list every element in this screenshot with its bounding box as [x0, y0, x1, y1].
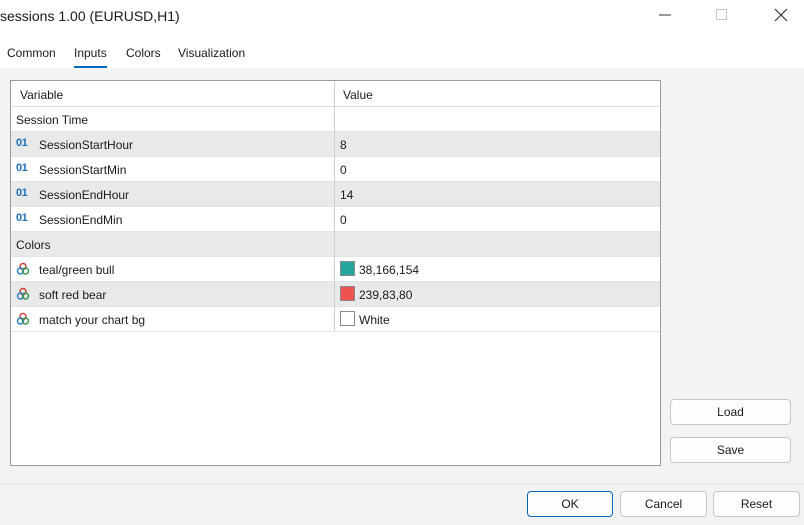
- param-name: SessionStartHour: [39, 138, 134, 152]
- inputs-grid[interactable]: Variable Value Session Time 01 SessionSt…: [10, 80, 661, 466]
- save-button[interactable]: Save: [670, 437, 791, 463]
- color-param-icon: [16, 262, 32, 276]
- param-name: match your chart bg: [39, 313, 146, 327]
- param-row-bull-color[interactable]: teal/green bull 38,166,154: [11, 257, 660, 282]
- color-param-icon: [16, 287, 32, 301]
- tab-visualization[interactable]: Visualization: [178, 46, 245, 68]
- param-value-field[interactable]: 0: [340, 163, 347, 177]
- int-param-icon: 01: [16, 137, 28, 149]
- int-param-icon: 01: [16, 162, 28, 174]
- tab-colors[interactable]: Colors: [126, 46, 161, 68]
- grid-header: Variable Value: [11, 81, 660, 107]
- maximize-icon: [716, 8, 728, 24]
- column-header-variable: Variable: [20, 88, 64, 102]
- param-row-session-end-min[interactable]: 01 SessionEndMin 0: [11, 207, 660, 232]
- cancel-button[interactable]: Cancel: [620, 491, 707, 517]
- window-title: sessions 1.00 (EURUSD,H1): [0, 8, 180, 24]
- load-button[interactable]: Load: [670, 399, 791, 425]
- param-row-session-start-hour[interactable]: 01 SessionStartHour 8: [11, 132, 660, 157]
- reset-button[interactable]: Reset: [713, 491, 800, 517]
- param-value-field[interactable]: 38,166,154: [359, 263, 419, 277]
- param-row-chart-bg-color[interactable]: match your chart bg White: [11, 307, 660, 332]
- color-swatch[interactable]: [340, 261, 355, 276]
- close-button[interactable]: [758, 0, 804, 32]
- param-value-field[interactable]: 14: [340, 188, 353, 202]
- param-name: teal/green bull: [39, 263, 115, 277]
- param-value-field[interactable]: 0: [340, 213, 347, 227]
- param-value-field[interactable]: 239,83,80: [359, 288, 412, 302]
- param-name: SessionStartMin: [39, 163, 127, 177]
- param-row-session-end-hour[interactable]: 01 SessionEndHour 14: [11, 182, 660, 207]
- group-row-colors: Colors: [11, 232, 660, 257]
- color-swatch[interactable]: [340, 286, 355, 301]
- tab-inputs[interactable]: Inputs: [74, 46, 107, 68]
- param-name: SessionEndHour: [39, 188, 130, 202]
- param-name: soft red bear: [39, 288, 107, 302]
- column-header-value: Value: [343, 88, 373, 102]
- minimize-button[interactable]: [642, 0, 688, 32]
- color-param-icon: [16, 312, 32, 326]
- ok-button[interactable]: OK: [527, 491, 613, 517]
- tab-common[interactable]: Common: [7, 46, 56, 68]
- minimize-icon: [659, 9, 671, 24]
- int-param-icon: 01: [16, 212, 28, 224]
- int-param-icon: 01: [16, 187, 28, 199]
- group-label: Session Time: [16, 113, 89, 127]
- title-bar: sessions 1.00 (EURUSD,H1): [0, 0, 804, 34]
- group-row-session-time: Session Time: [11, 107, 660, 132]
- param-value-field[interactable]: White: [359, 313, 390, 327]
- maximize-button[interactable]: [699, 0, 745, 32]
- close-icon: [774, 8, 788, 25]
- color-swatch[interactable]: [340, 311, 355, 326]
- group-label: Colors: [16, 238, 51, 252]
- param-row-session-start-min[interactable]: 01 SessionStartMin 0: [11, 157, 660, 182]
- tab-bar: Common Inputs Colors Visualization: [0, 40, 804, 68]
- column-divider[interactable]: [334, 81, 335, 331]
- param-value-field[interactable]: 8: [340, 138, 347, 152]
- param-name: SessionEndMin: [39, 213, 123, 227]
- param-row-bear-color[interactable]: soft red bear 239,83,80: [11, 282, 660, 307]
